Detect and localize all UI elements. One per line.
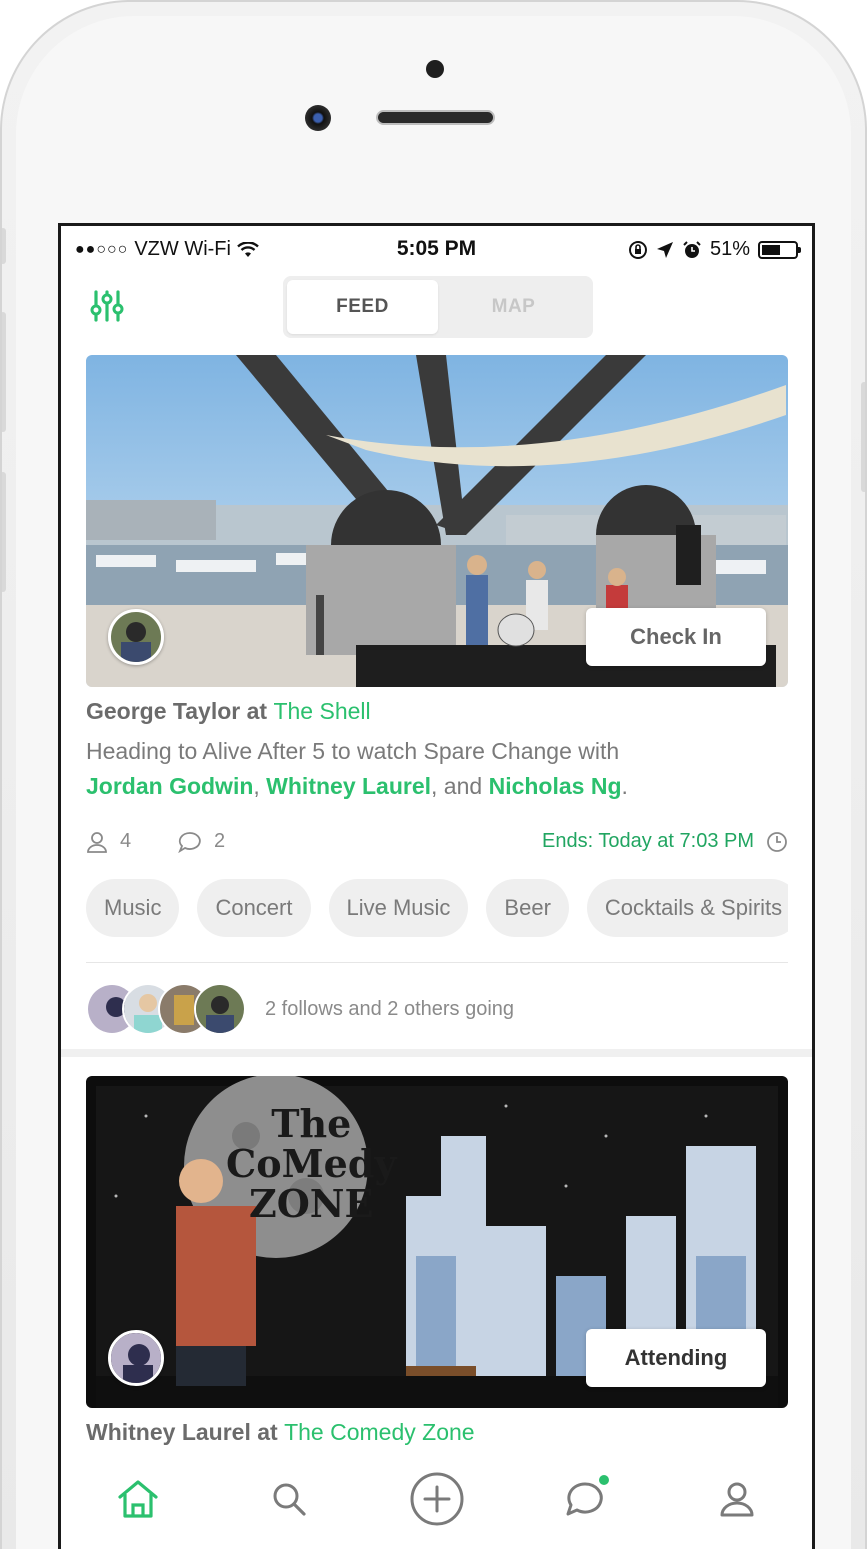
tab-messages[interactable] bbox=[555, 1469, 615, 1529]
tab-map[interactable]: MAP bbox=[438, 280, 589, 334]
event-photo-comedy[interactable]: The CoMedy ZONE Attending bbox=[86, 1076, 788, 1408]
people-count-value: 4 bbox=[120, 830, 132, 852]
tag-list: Music Concert Live Music Beer Cocktails … bbox=[86, 879, 788, 939]
filter-sliders-icon[interactable] bbox=[89, 288, 129, 328]
people-count[interactable]: 4 bbox=[86, 830, 131, 853]
screen: ●●○○○ VZW Wi-Fi 5:05 PM 51% FEED MAP Che… bbox=[58, 223, 815, 1549]
at-label: at bbox=[246, 698, 268, 724]
tag-chip[interactable]: Beer bbox=[486, 879, 569, 937]
profile-icon bbox=[720, 1482, 754, 1517]
clock-icon bbox=[767, 831, 787, 852]
volume-up-button bbox=[2, 312, 6, 432]
sign-line-3: ZONE bbox=[248, 1181, 374, 1226]
separator-and: , and bbox=[431, 773, 483, 799]
poster-avatar[interactable] bbox=[108, 609, 164, 665]
chat-icon bbox=[566, 1482, 603, 1516]
tab-search[interactable] bbox=[259, 1469, 319, 1529]
tag-chip[interactable]: Cocktails & Spirits bbox=[586, 879, 788, 937]
comment-count[interactable]: 2 bbox=[178, 830, 225, 853]
status-bar: ●●○○○ VZW Wi-Fi 5:05 PM 51% bbox=[61, 226, 812, 272]
mute-switch bbox=[2, 228, 6, 264]
section-separator bbox=[61, 1049, 812, 1057]
phone-frame: ●●○○○ VZW Wi-Fi 5:05 PM 51% FEED MAP Che… bbox=[0, 0, 867, 1549]
poster-avatar[interactable] bbox=[108, 1330, 164, 1386]
proximity-sensor bbox=[426, 60, 444, 78]
end-period: . bbox=[621, 773, 628, 799]
notification-dot bbox=[599, 1475, 609, 1485]
comment-count-value: 2 bbox=[214, 830, 226, 852]
poster-name[interactable]: George Taylor bbox=[86, 698, 240, 724]
divider bbox=[86, 962, 788, 963]
status-right: 51% bbox=[628, 238, 801, 261]
volume-down-button bbox=[2, 472, 6, 592]
mention-jordan-godwin[interactable]: Jordan Godwin bbox=[86, 773, 253, 799]
sign-line-2: CoMedy bbox=[226, 1141, 397, 1186]
venue-link[interactable]: The Shell bbox=[273, 698, 370, 724]
home-icon bbox=[118, 1480, 158, 1518]
feed-map-toggle: FEED MAP bbox=[283, 276, 593, 338]
going-avatars bbox=[86, 983, 251, 1035]
event-photo-concert[interactable]: Check In bbox=[86, 355, 788, 687]
location-arrow-icon bbox=[656, 241, 673, 258]
going-avatar bbox=[194, 983, 246, 1035]
event-end-time: Ends: Today at 7:03 PM bbox=[542, 830, 788, 853]
ends-label: Ends: Today at 7:03 PM bbox=[542, 830, 754, 852]
mention-whitney-laurel[interactable]: Whitney Laurel bbox=[266, 773, 431, 799]
post-headline: George Taylor at The Shell bbox=[86, 698, 371, 725]
rotation-lock-icon bbox=[628, 240, 647, 259]
tag-chip[interactable]: Concert bbox=[197, 879, 311, 937]
add-icon bbox=[410, 1472, 464, 1526]
battery-icon bbox=[758, 240, 801, 259]
going-summary[interactable]: 2 follows and 2 others going bbox=[86, 983, 514, 1035]
description-text: Heading to Alive After 5 to watch Spare … bbox=[86, 738, 620, 764]
tag-chip[interactable]: Live Music bbox=[328, 879, 469, 937]
earpiece-speaker bbox=[376, 110, 495, 125]
battery-percent: 51% bbox=[709, 238, 750, 260]
tab-home[interactable] bbox=[108, 1469, 168, 1529]
tab-add[interactable] bbox=[407, 1469, 467, 1529]
going-text: 2 follows and 2 others going bbox=[265, 997, 515, 1020]
comment-bubble-icon bbox=[178, 831, 201, 853]
tag-chip[interactable]: Music bbox=[86, 879, 180, 937]
search-icon bbox=[273, 1483, 306, 1516]
attending-button[interactable]: Attending bbox=[586, 1329, 766, 1387]
sign-line-1: The bbox=[271, 1101, 352, 1146]
power-button bbox=[861, 382, 865, 492]
alarm-icon bbox=[683, 240, 701, 258]
person-icon bbox=[87, 831, 107, 853]
app-display: ●●○○○ VZW Wi-Fi 5:05 PM 51% FEED MAP Che… bbox=[61, 226, 812, 1549]
front-camera bbox=[305, 105, 331, 131]
venue-link[interactable]: The Comedy Zone bbox=[284, 1419, 474, 1445]
separator-comma: , bbox=[253, 773, 260, 799]
at-label: at bbox=[257, 1419, 278, 1445]
bottom-tab-bar bbox=[61, 1453, 812, 1549]
check-in-button[interactable]: Check In bbox=[586, 608, 766, 666]
post-description: Heading to Alive After 5 to watch Spare … bbox=[86, 734, 786, 804]
post-headline: Whitney Laurel at The Comedy Zone bbox=[86, 1419, 475, 1446]
mention-nicholas-ng[interactable]: Nicholas Ng bbox=[489, 773, 622, 799]
tab-feed[interactable]: FEED bbox=[287, 280, 438, 334]
poster-name[interactable]: Whitney Laurel bbox=[86, 1419, 251, 1445]
comedy-zone-sign: The CoMedy ZONE bbox=[226, 1104, 396, 1224]
post-meta: 4 2 Ends: Today at 7:03 PM bbox=[86, 830, 788, 860]
tab-profile[interactable] bbox=[707, 1469, 767, 1529]
